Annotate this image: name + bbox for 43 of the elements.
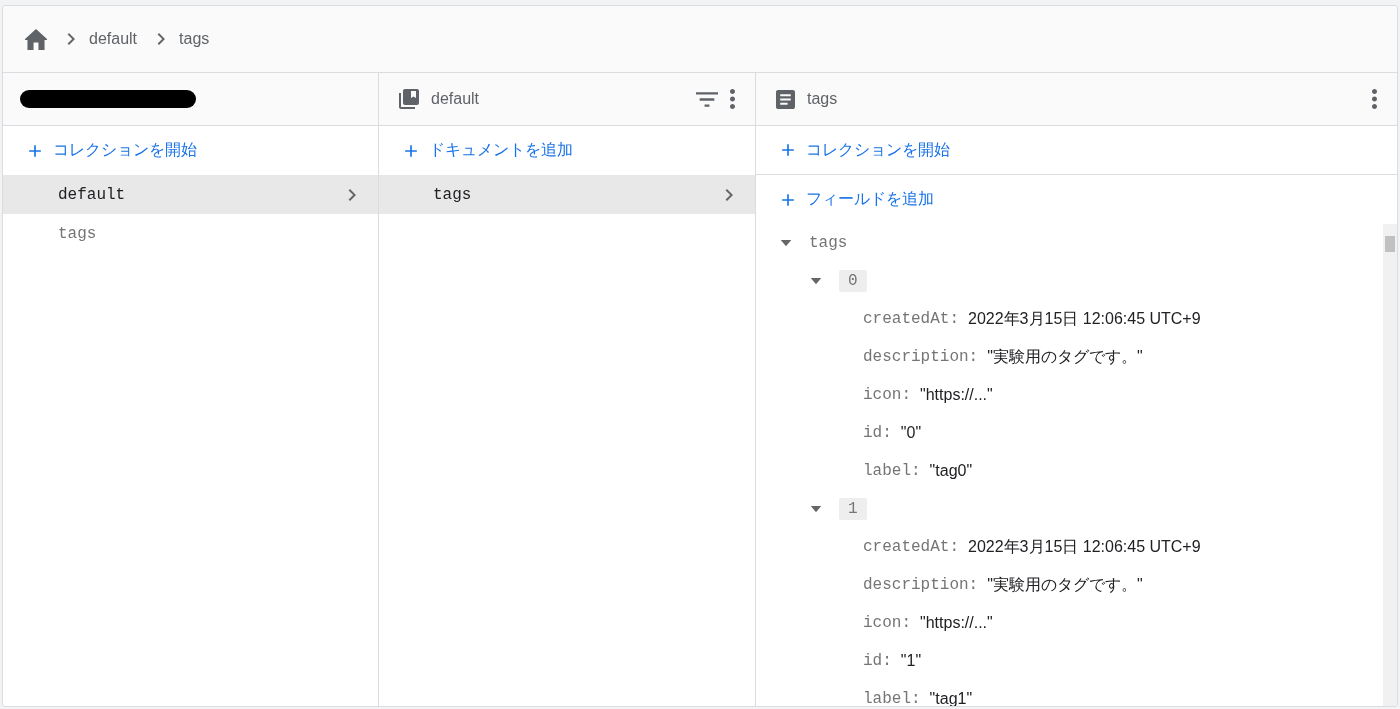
field-key: icon:	[863, 386, 911, 404]
field-key: id:	[863, 424, 892, 442]
field-key: createdAt:	[863, 310, 959, 328]
array-index: 0	[839, 270, 867, 292]
field-value: "実験用のタグです。"	[987, 346, 1143, 367]
field-value: "実験用のタグです。"	[987, 574, 1143, 595]
field-value: "0"	[900, 424, 922, 442]
chevron-right-icon	[723, 187, 735, 202]
panel-title: default	[431, 90, 480, 108]
chevron-right-icon	[65, 32, 77, 46]
collection-item[interactable]: tags	[3, 214, 378, 253]
filter-icon[interactable]	[696, 91, 718, 107]
array-index: 1	[839, 498, 867, 520]
caret-icon[interactable]	[810, 505, 822, 513]
field-key: description:	[863, 576, 979, 594]
field-key: label:	[863, 690, 921, 706]
field-value: "tag0"	[929, 462, 973, 480]
field-value: "https://..."	[920, 614, 993, 632]
scrollbar[interactable]	[1383, 224, 1397, 706]
breadcrumb-link[interactable]: default	[89, 30, 138, 48]
field-value: "https://..."	[920, 386, 993, 404]
document-item[interactable]: tags	[379, 175, 755, 214]
collection-icon	[399, 89, 419, 109]
chevron-right-icon	[155, 32, 168, 46]
field-key: description:	[863, 348, 979, 366]
caret-icon[interactable]	[780, 239, 792, 247]
more-icon[interactable]	[1372, 89, 1377, 109]
panel-title: tags	[807, 90, 838, 108]
chevron-right-icon	[346, 187, 358, 202]
caret-icon[interactable]	[810, 277, 822, 285]
field-value: "1"	[900, 652, 922, 670]
breadcrumb-link[interactable]: tags	[179, 30, 210, 48]
collection-item[interactable]: default	[3, 175, 378, 214]
document-icon	[776, 89, 795, 109]
field-key: createdAt:	[863, 538, 959, 556]
more-icon[interactable]	[730, 89, 735, 109]
field-key: id:	[863, 652, 892, 670]
home-icon[interactable]	[25, 28, 47, 50]
field-value: 2022年3月15日 12:06:45 UTC+9	[968, 308, 1201, 329]
field-value: 2022年3月15日 12:06:45 UTC+9	[968, 536, 1201, 557]
field-key: icon:	[863, 614, 911, 632]
field-key: tags	[809, 234, 848, 252]
field-key: label:	[863, 462, 921, 480]
